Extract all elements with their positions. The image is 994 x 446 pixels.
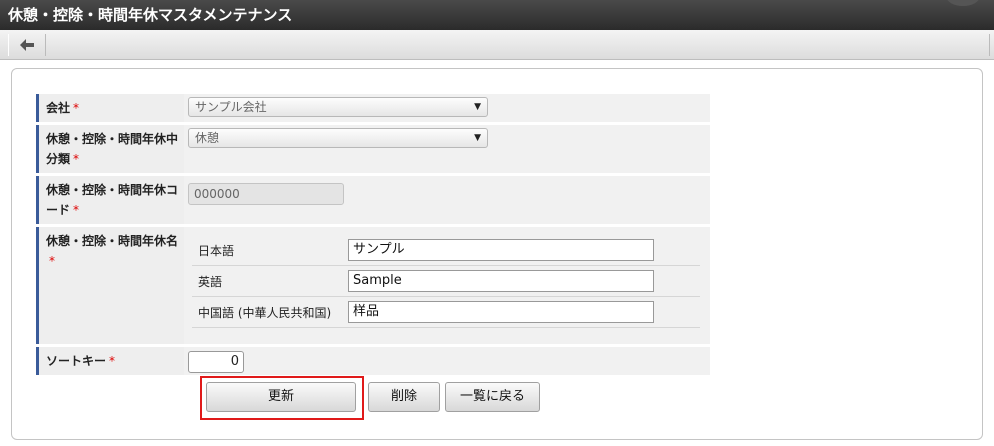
category-select-value: 休憩 — [195, 131, 220, 145]
lang-label-zh: 中国語 (中華人民共和国) — [192, 296, 342, 328]
category-label: 休憩・控除・時間年休中分類 * — [36, 125, 184, 173]
sort-key-input[interactable]: 0 — [188, 351, 244, 373]
arrow-left-icon — [20, 39, 34, 51]
name-label-text: 休憩・控除・時間年休名 — [46, 234, 179, 248]
row-company: 会社 * サンプル会社 ▼ — [36, 94, 710, 122]
code-label: 休憩・控除・時間年休コード * — [36, 176, 184, 224]
name-input-ja[interactable]: サンプル — [348, 239, 654, 261]
row-code: 休憩・控除・時間年休コード * 000000 — [36, 176, 710, 224]
category-label-text: 休憩・控除・時間年休中分類 — [46, 132, 179, 166]
toolbar-divider — [989, 34, 990, 56]
code-field: 000000 — [188, 183, 344, 205]
row-sort-key: ソートキー * 0 — [36, 347, 710, 375]
required-mark: * — [73, 101, 80, 115]
company-select[interactable]: サンプル会社 ▼ — [188, 97, 488, 117]
delete-button[interactable]: 削除 — [368, 382, 440, 412]
dropdown-arrow-icon: ▼ — [474, 102, 481, 112]
name-input-zh[interactable]: 样品 — [348, 301, 654, 323]
lang-label-en: 英語 — [192, 265, 342, 297]
name-cell: 日本語 サンプル 英語 Sample 中国語 (中華人民共和国) 样品 — [184, 227, 710, 344]
back-to-list-button[interactable]: 一覧に戻る — [445, 382, 540, 412]
name-row-zh: 中国語 (中華人民共和国) 样品 — [192, 296, 700, 328]
dropdown-arrow-icon: ▼ — [474, 133, 481, 143]
required-mark: * — [73, 152, 80, 166]
row-name: 休憩・控除・時間年休名 * 日本語 サンプル 英語 Sample 中国語 (中華人… — [36, 227, 710, 344]
lang-label-ja: 日本語 — [192, 235, 342, 266]
company-label-text: 会社 — [46, 101, 71, 115]
corner-decoration — [946, 0, 980, 6]
required-mark: * — [49, 254, 55, 268]
title-bar: 休憩・控除・時間年休マスタメンテナンス — [0, 0, 994, 30]
back-button[interactable] — [8, 34, 46, 56]
company-select-value: サンプル会社 — [195, 100, 267, 114]
row-category: 休憩・控除・時間年休中分類 * 休憩 ▼ — [36, 125, 710, 173]
name-row-ja: 日本語 サンプル — [192, 235, 700, 266]
required-mark: * — [109, 354, 116, 368]
sort-key-label: ソートキー * — [36, 347, 184, 375]
code-cell: 000000 — [184, 176, 710, 224]
company-label: 会社 * — [36, 94, 184, 122]
required-mark: * — [73, 203, 80, 217]
name-languages-table: 日本語 サンプル 英語 Sample 中国語 (中華人民共和国) 样品 — [192, 235, 700, 328]
update-button[interactable]: 更新 — [206, 382, 356, 412]
page-title: 休憩・控除・時間年休マスタメンテナンス — [8, 6, 293, 24]
company-cell: サンプル会社 ▼ — [184, 94, 710, 122]
name-input-en[interactable]: Sample — [348, 270, 654, 292]
sort-key-label-text: ソートキー — [46, 354, 107, 368]
master-form: 会社 * サンプル会社 ▼ 休憩・控除・時間年休中分類 * 休憩 ▼ 休憩・控除・時… — [36, 91, 710, 378]
name-row-en: 英語 Sample — [192, 265, 700, 297]
name-value-cell-ja: サンプル — [342, 235, 700, 266]
category-select[interactable]: 休憩 ▼ — [188, 128, 488, 148]
category-cell: 休憩 ▼ — [184, 125, 710, 173]
toolbar — [0, 30, 994, 60]
sort-key-cell: 0 — [184, 347, 710, 375]
code-label-text: 休憩・控除・時間年休コード — [46, 183, 179, 217]
name-value-cell-zh: 样品 — [342, 296, 700, 328]
name-label: 休憩・控除・時間年休名 * — [36, 227, 184, 344]
name-value-cell-en: Sample — [342, 265, 700, 297]
